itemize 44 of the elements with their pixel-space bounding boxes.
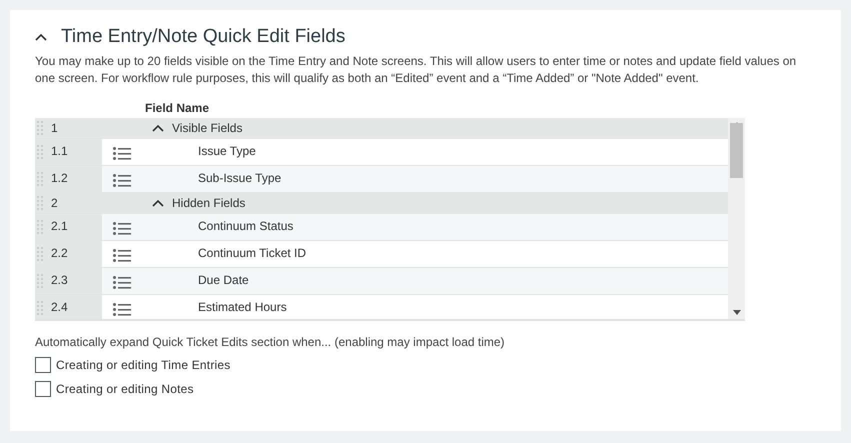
checkbox-label: Creating or editing Time Entries bbox=[56, 358, 230, 372]
section-title: Time Entry/Note Quick Edit Fields bbox=[61, 26, 346, 48]
scrollbar-thumb[interactable] bbox=[730, 123, 743, 178]
row-number: 1.2 bbox=[51, 171, 68, 185]
row-number: 1 bbox=[51, 121, 58, 135]
row-number: 2.1 bbox=[51, 219, 68, 233]
list-icon[interactable] bbox=[113, 249, 131, 263]
field-name: Continuum Status bbox=[198, 219, 294, 233]
column-header: Field Name bbox=[145, 101, 210, 115]
drag-handle-icon[interactable] bbox=[37, 274, 43, 288]
auto-expand-label: Automatically expand Quick Ticket Edits section when... (enabling may impact load time) bbox=[35, 335, 506, 349]
list-icon[interactable] bbox=[113, 174, 131, 188]
collapse-icon[interactable] bbox=[35, 33, 47, 41]
list-icon[interactable] bbox=[113, 276, 131, 290]
field-name: Sub-Issue Type bbox=[198, 171, 282, 185]
row-number: 2 bbox=[51, 196, 58, 210]
row-number: 2.3 bbox=[51, 273, 68, 287]
field-name: Estimated Hours bbox=[198, 300, 287, 314]
field-name: Issue Type bbox=[198, 144, 256, 158]
drag-handle-icon[interactable] bbox=[37, 121, 43, 135]
drag-handle-icon[interactable] bbox=[37, 196, 43, 210]
checkbox[interactable] bbox=[35, 357, 51, 373]
row-number: 2.2 bbox=[51, 246, 68, 260]
list-icon[interactable] bbox=[113, 222, 131, 236]
checkbox-label: Creating or editing Notes bbox=[56, 382, 194, 396]
drag-handle-icon[interactable] bbox=[37, 301, 43, 315]
row-number: 2.4 bbox=[51, 300, 68, 314]
scroll-down-icon[interactable] bbox=[732, 310, 740, 315]
row-number: 1.1 bbox=[51, 144, 68, 158]
checkbox[interactable] bbox=[35, 381, 51, 397]
group-label: Hidden Fields bbox=[172, 196, 246, 210]
collapse-icon[interactable] bbox=[152, 199, 164, 207]
list-icon[interactable] bbox=[113, 147, 131, 161]
drag-handle-icon[interactable] bbox=[37, 247, 43, 261]
field-name: Due Date bbox=[198, 273, 249, 287]
section-description: You may make up to 20 fields visible on the Time Entry and Note screens. This will allow users to enter time or notes and update field values on one screen. For workflow rule purposes, this will qualify as both an “Edited” event and a “Time Added” or "Note Added" event. bbox=[35, 53, 798, 87]
drag-handle-icon[interactable] bbox=[37, 172, 43, 186]
field-name: Continuum Ticket ID bbox=[198, 246, 306, 260]
scrollbar[interactable] bbox=[728, 118, 745, 319]
drag-handle-icon[interactable] bbox=[37, 220, 43, 234]
list-icon[interactable] bbox=[113, 303, 131, 317]
collapse-icon[interactable] bbox=[152, 124, 164, 132]
drag-handle-icon[interactable] bbox=[37, 145, 43, 159]
group-label: Visible Fields bbox=[172, 121, 242, 135]
